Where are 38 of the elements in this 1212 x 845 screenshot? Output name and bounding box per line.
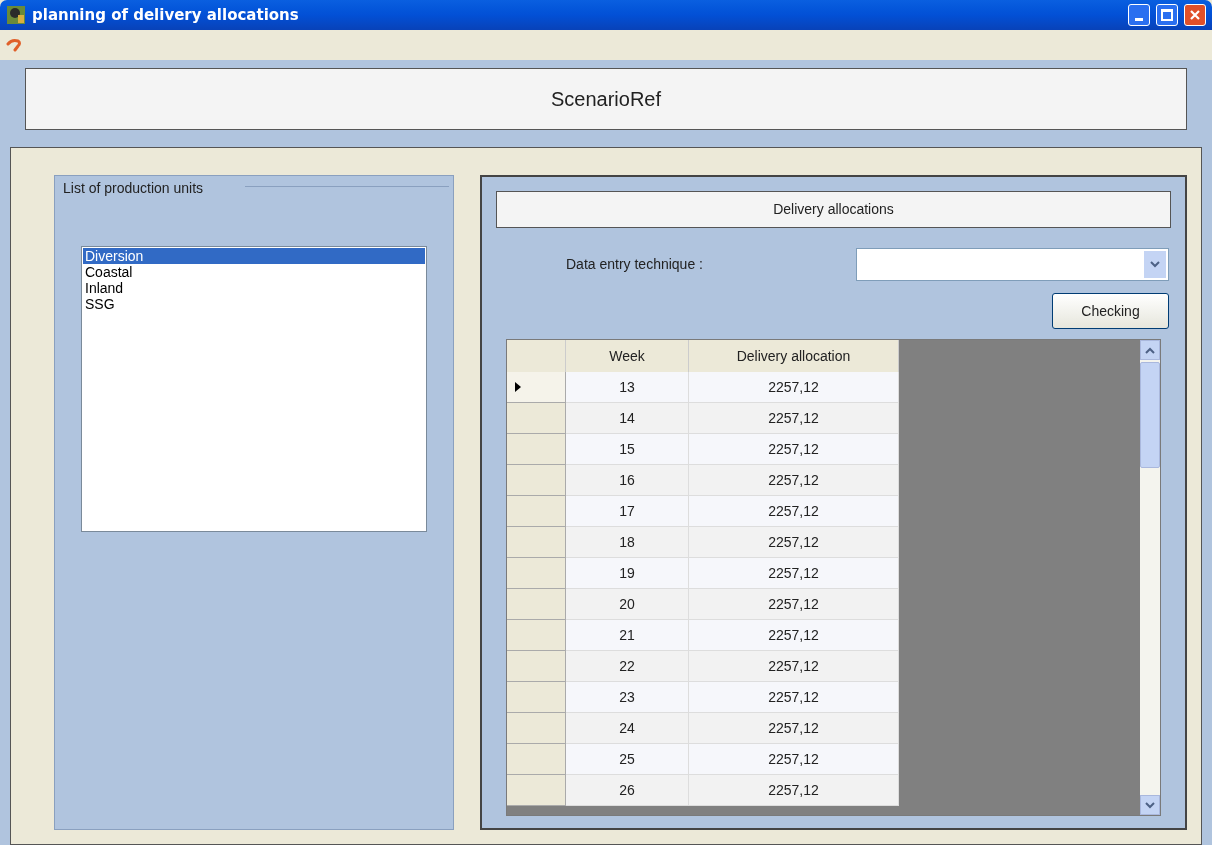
- scenario-header: ScenarioRef: [25, 68, 1187, 130]
- app-icon: [6, 5, 26, 25]
- scroll-thumb[interactable]: [1140, 362, 1160, 468]
- row-header[interactable]: [507, 434, 566, 465]
- close-button[interactable]: [1184, 4, 1206, 26]
- technique-label: Data entry technique :: [566, 255, 704, 274]
- close-icon: [1189, 9, 1201, 21]
- chevron-down-icon: [1145, 801, 1155, 809]
- row-header[interactable]: [507, 465, 566, 496]
- table-cell: 2257,12: [689, 775, 899, 806]
- chevron-up-icon: [1145, 346, 1155, 354]
- row-header[interactable]: [507, 775, 566, 806]
- row-header[interactable]: [507, 372, 566, 403]
- list-item[interactable]: SSG: [83, 296, 425, 312]
- row-header[interactable]: [507, 620, 566, 651]
- table-cell: 26: [566, 775, 689, 806]
- row-header[interactable]: [507, 527, 566, 558]
- row-header[interactable]: [507, 403, 566, 434]
- row-header[interactable]: [507, 744, 566, 775]
- row-header[interactable]: [507, 651, 566, 682]
- current-row-icon: [515, 382, 521, 392]
- list-item[interactable]: Inland: [83, 280, 425, 296]
- row-header[interactable]: [507, 496, 566, 527]
- window-title: planning of delivery allocations: [32, 4, 300, 26]
- chevron-down-icon: [1150, 261, 1160, 268]
- row-header[interactable]: [507, 682, 566, 713]
- row-header[interactable]: [507, 558, 566, 589]
- vertical-scrollbar[interactable]: [1140, 340, 1160, 815]
- row-header[interactable]: [507, 589, 566, 620]
- allocations-header: Delivery allocations: [496, 191, 1171, 228]
- maximize-button[interactable]: [1156, 4, 1178, 26]
- row-header[interactable]: [507, 713, 566, 744]
- list-item[interactable]: Coastal: [83, 264, 425, 280]
- technique-dropdown[interactable]: [856, 248, 1169, 281]
- list-item[interactable]: Diversion: [83, 248, 425, 264]
- minimize-button[interactable]: [1128, 4, 1150, 26]
- exit-icon[interactable]: [6, 37, 24, 53]
- checking-button[interactable]: Checking: [1052, 293, 1169, 329]
